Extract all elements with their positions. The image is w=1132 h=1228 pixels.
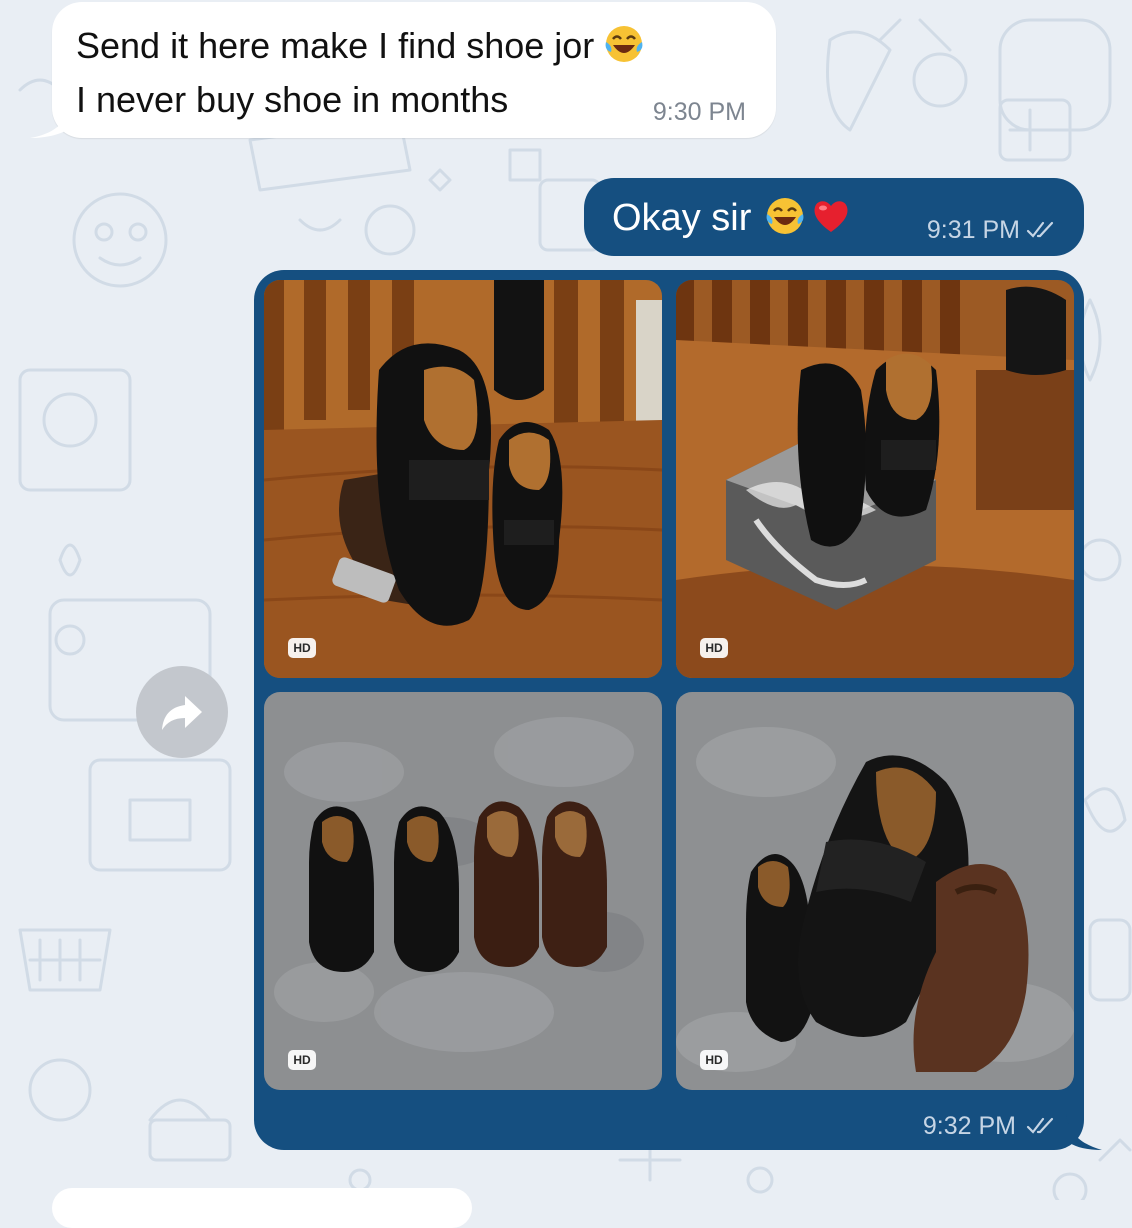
- next-message-bubble-partial[interactable]: [52, 1188, 472, 1228]
- album-photo-2[interactable]: HD: [676, 280, 1074, 678]
- incoming-message-time: 9:30 PM: [652, 98, 746, 126]
- incoming-message-bubble[interactable]: Send it here make I find shoe jor I neve…: [30, 2, 776, 138]
- outgoing-bubble-tail: [1066, 1114, 1102, 1150]
- loafers-on-marble-box-image: [676, 280, 1074, 678]
- laughing-tears-icon: [766, 198, 804, 234]
- outgoing-message-line: Okay sir: [612, 196, 851, 239]
- four-loafers-image: [264, 692, 662, 1090]
- album-photo-3[interactable]: HD: [264, 692, 662, 1090]
- outgoing-message-time: 9:31 PM: [926, 216, 1020, 244]
- laughing-tears-icon: [605, 26, 643, 62]
- read-double-check-icon: [1026, 1117, 1054, 1134]
- album-photo-1[interactable]: HD: [264, 280, 662, 678]
- red-heart-icon: [814, 201, 848, 232]
- forward-arrow-icon: [162, 696, 202, 730]
- hd-badge: HD: [288, 638, 316, 658]
- loafers-in-hand-image: [264, 280, 662, 678]
- hd-badge: HD: [288, 1050, 316, 1070]
- outgoing-photo-album[interactable]: HD HD HD HD 9:32 PM: [254, 270, 1102, 1150]
- read-double-check-icon: [1026, 221, 1054, 238]
- incoming-message-text-1: Send it here make I find shoe jor: [76, 25, 595, 66]
- hd-badge: HD: [700, 1050, 728, 1070]
- album-time: 9:32 PM: [922, 1112, 1016, 1140]
- hd-badge: HD: [700, 638, 728, 658]
- forward-button[interactable]: [136, 666, 228, 758]
- loafer-in-hand-image: [676, 692, 1074, 1090]
- incoming-bubble-tail: [30, 104, 70, 138]
- outgoing-message-text: Okay sir: [612, 197, 752, 239]
- incoming-message-line-2: I never buy shoe in months: [76, 79, 509, 120]
- album-photo-4[interactable]: HD: [676, 692, 1074, 1090]
- incoming-message-line-1: Send it here make I find shoe jor: [76, 24, 644, 66]
- outgoing-message-bubble[interactable]: Okay sir 9:31 PM: [584, 178, 1084, 256]
